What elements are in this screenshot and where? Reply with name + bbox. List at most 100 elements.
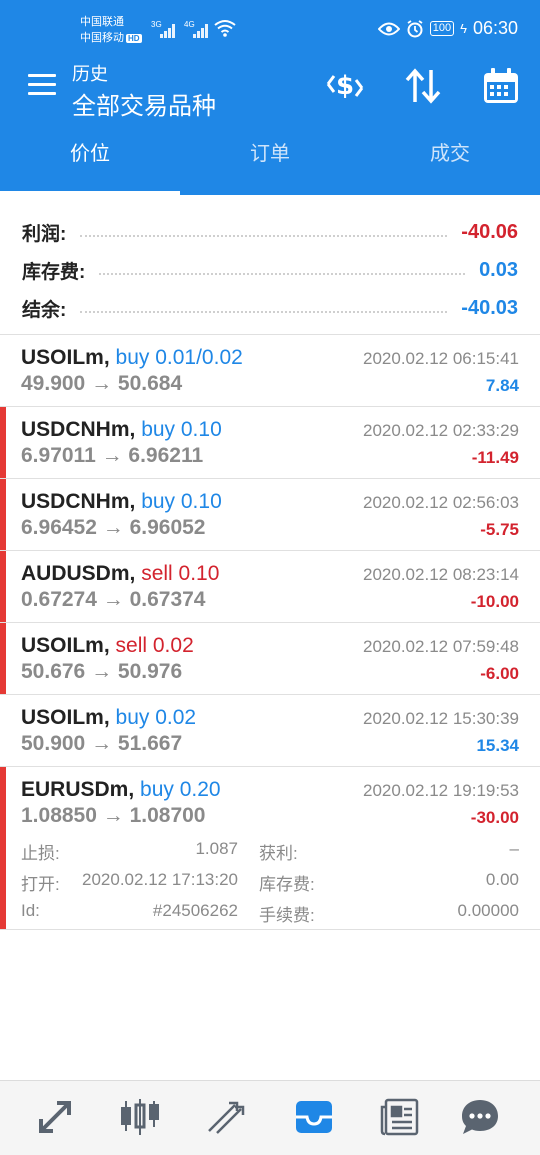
- alarm-icon: [407, 19, 423, 37]
- trade-details: 止损: 1.087 获利: – 打开: 2020.02.12 17:13:20 库存费…: [21, 839, 519, 932]
- news-icon[interactable]: [378, 1095, 422, 1139]
- trade-icon[interactable]: [204, 1095, 248, 1139]
- carrier-2: 中国移动: [80, 32, 124, 44]
- trade-row[interactable]: USOILm, sell 0.02 50.676 → 50.976 2020.0…: [0, 623, 540, 695]
- menu-icon[interactable]: [28, 74, 56, 96]
- trade-symbol: USOILm,: [21, 706, 110, 729]
- trade-symbol: USDCNHm,: [21, 490, 136, 513]
- trade-profit: -10.00: [470, 592, 519, 611]
- dotted-leader: [80, 234, 448, 237]
- trade-row[interactable]: AUDUSDm, sell 0.10 0.67274 → 0.67374 202…: [0, 551, 540, 623]
- tab-deals[interactable]: 成交: [360, 120, 540, 195]
- trade-action: buy 0.10: [141, 490, 222, 513]
- swap-label: 库存费:: [22, 261, 86, 283]
- swap-value: 0.00: [485, 870, 519, 889]
- symbol-filter-title[interactable]: 全部交易品种: [72, 86, 216, 121]
- stop-loss-value: 1.087: [195, 839, 238, 858]
- trade-symbol: USDCNHm,: [21, 418, 136, 441]
- sort-icon[interactable]: [402, 66, 444, 106]
- trade-action: sell 0.02: [115, 634, 194, 657]
- trade-time: 2020.02.12 08:23:14: [363, 565, 519, 584]
- trade-list: USOILm, buy 0.01/0.02 49.900 → 50.684 20…: [0, 335, 540, 930]
- trade-profit: 15.34: [476, 736, 519, 755]
- tab-bar: 价位 订单 成交: [0, 120, 540, 195]
- id-value: #24506262: [152, 901, 238, 920]
- profit-value: -40.06: [461, 220, 518, 243]
- swap-value: 0.03: [479, 258, 518, 281]
- id-label: Id:: [21, 901, 40, 920]
- trade-profit: -11.49: [471, 448, 519, 467]
- trade-profit: -30.00: [470, 808, 519, 827]
- swap-row: 库存费: 0.03: [22, 251, 518, 289]
- loss-indicator: [0, 407, 6, 478]
- hd-badge: HD: [126, 34, 142, 43]
- trade-prices: 6.96452 → 6.96052: [21, 516, 206, 539]
- wifi-icon: [214, 20, 236, 37]
- balance-value: -40.03: [461, 296, 518, 319]
- trade-row-expanded[interactable]: EURUSDm, buy 0.20 1.08850 → 1.08700 2020…: [0, 767, 540, 930]
- trade-profit: 7.84: [485, 376, 519, 395]
- active-tab-indicator: [0, 191, 180, 195]
- currency-exchange-icon[interactable]: $: [324, 66, 366, 106]
- dotted-leader: [99, 272, 466, 275]
- svg-text:$: $: [336, 71, 354, 101]
- balance-label: 结余:: [22, 299, 67, 321]
- trade-prices: 1.08850 → 1.08700: [21, 804, 206, 827]
- profit-row: 利润: -40.06: [22, 213, 518, 251]
- trade-action: buy 0.10: [141, 418, 222, 441]
- status-bar: 中国联通 中国移动 HD 3G 4G 100 ϟ 06:30: [0, 0, 540, 58]
- trade-action: sell 0.10: [141, 562, 220, 585]
- battery-icon: 100: [429, 21, 455, 36]
- trade-prices: 50.676 → 50.976: [21, 660, 183, 683]
- loss-indicator: [0, 767, 6, 929]
- signal-icon-2: [193, 22, 209, 38]
- summary-panel: 利润: -40.06 库存费: 0.03 结余: -40.03: [0, 195, 540, 335]
- trade-symbol: USOILm,: [21, 346, 110, 369]
- trade-symbol: EURUSDm,: [21, 778, 135, 801]
- take-profit-value: –: [509, 839, 519, 858]
- trade-prices: 50.900 → 51.667: [21, 732, 183, 755]
- trade-row[interactable]: USOILm, buy 0.01/0.02 49.900 → 50.684 20…: [0, 335, 540, 407]
- fee-label: 手续费:: [259, 906, 315, 925]
- carrier-1: 中国联通: [80, 16, 124, 28]
- trade-action: buy 0.20: [140, 778, 221, 801]
- dotted-leader: [80, 310, 448, 313]
- trade-row[interactable]: USDCNHm, buy 0.10 6.97011 → 6.96211 2020…: [0, 407, 540, 479]
- trade-time: 2020.02.12 07:59:48: [363, 637, 519, 656]
- balance-row: 结余: -40.03: [22, 289, 518, 327]
- eye-icon: [377, 22, 400, 35]
- candlestick-chart-icon[interactable]: [118, 1095, 162, 1139]
- trade-profit: -5.75: [480, 520, 519, 539]
- header: 中国联通 中国移动 HD 3G 4G 100 ϟ 06:30 历史 全部交易品种 …: [0, 0, 540, 195]
- loss-indicator: [0, 623, 6, 694]
- app-bar: 历史 全部交易品种 $: [0, 58, 540, 120]
- stop-loss-label: 止损:: [21, 844, 60, 863]
- trade-time: 2020.02.12 19:19:53: [363, 781, 519, 800]
- trade-row[interactable]: USOILm, buy 0.02 50.900 → 51.667 2020.02…: [0, 695, 540, 767]
- trade-prices: 6.97011 → 6.96211: [21, 444, 204, 467]
- fee-value: 0.00000: [457, 901, 519, 920]
- trade-symbol: USOILm,: [21, 634, 110, 657]
- calendar-icon[interactable]: [481, 66, 521, 106]
- trade-profit: -6.00: [480, 664, 519, 683]
- open-time-label: 打开:: [21, 875, 60, 894]
- carrier-info: 中国联通 中国移动 HD: [80, 14, 142, 47]
- trade-symbol: AUDUSDm,: [21, 562, 136, 585]
- take-profit-label: 获利:: [259, 844, 298, 863]
- trade-time: 2020.02.12 02:56:03: [363, 493, 519, 512]
- open-time-value: 2020.02.12 17:13:20: [82, 870, 238, 889]
- trade-time: 2020.02.12 02:33:29: [363, 421, 519, 440]
- chat-icon[interactable]: [458, 1095, 502, 1139]
- history-inbox-icon[interactable]: [292, 1095, 336, 1139]
- loss-indicator: [0, 479, 6, 550]
- trade-time: 2020.02.12 06:15:41: [363, 349, 519, 368]
- trade-row[interactable]: USDCNHm, buy 0.10 6.96452 → 6.96052 2020…: [0, 479, 540, 551]
- trade-prices: 0.67274 → 0.67374: [21, 588, 206, 611]
- quotes-icon[interactable]: [33, 1095, 77, 1139]
- profit-label: 利润:: [22, 223, 67, 245]
- tab-orders[interactable]: 订单: [180, 120, 360, 195]
- swap-label: 库存费:: [259, 875, 315, 894]
- loss-indicator: [0, 551, 6, 622]
- signal-icon-1: [160, 22, 176, 38]
- tab-prices[interactable]: 价位: [0, 120, 180, 195]
